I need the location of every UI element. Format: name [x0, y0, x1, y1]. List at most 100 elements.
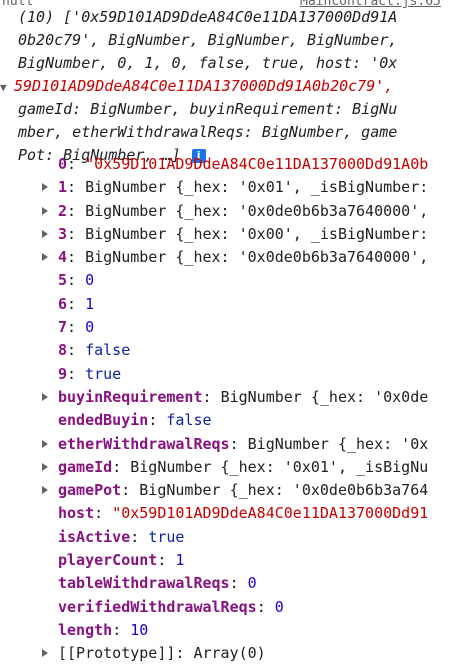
property-key: 0 [58, 155, 68, 173]
property-value: BigNumber {_hex: '0x0de0b6b3a7640000', [85, 201, 429, 220]
property-value: false [85, 341, 131, 360]
colon: : [67, 318, 86, 337]
colon: : [67, 224, 86, 243]
colon: : [67, 294, 86, 313]
property-key: 6 [58, 294, 68, 313]
colon: : [148, 411, 167, 430]
colon: : [112, 620, 131, 639]
collapse-caret-icon[interactable]: ▼ [0, 76, 14, 99]
property-row: 7: 0 [44, 316, 474, 339]
property-value: BigNumber {_hex: '0x0de0b6b3a764 [139, 481, 429, 500]
property-value: "0x59D101AD9DdeA84C0e11DA137000Dd91A0b [85, 155, 429, 173]
property-value: BigNumber {_hex: '0x [247, 434, 429, 453]
property-value: BigNumber {_hex: '0x01', _isBigNumber: [85, 178, 429, 197]
colon: : [175, 644, 194, 663]
property-row[interactable]: 3: BigNumber {_hex: '0x00', _isBigNumber… [42, 223, 474, 246]
colon: : [67, 271, 86, 290]
property-value: 1 [85, 294, 95, 313]
property-key: tableWithdrawalReqs [58, 574, 230, 593]
property-key: playerCount [58, 551, 158, 570]
summary-line-3: BigNumber, 0, 1, 0, false, true, host: '… [18, 54, 398, 72]
colon: : [67, 364, 86, 383]
property-key: endedBuyin [58, 411, 149, 430]
property-key: 7 [58, 318, 68, 337]
property-row: 6: 1 [44, 293, 474, 316]
property-key: 8 [58, 341, 68, 360]
colon: : [157, 551, 176, 570]
summary-line-6: mber, etherWithdrawalReqs: BigNumber, ga… [18, 123, 398, 141]
colon: : [94, 504, 113, 523]
colon: : [67, 155, 86, 173]
colon: : [67, 248, 86, 267]
property-value: BigNumber {_hex: '0x00', _isBigNumber: [85, 224, 429, 243]
property-list: 0: "0x59D101AD9DdeA84C0e11DA137000Dd91A0… [42, 153, 474, 666]
property-key: etherWithdrawalReqs [58, 434, 230, 453]
property-row[interactable]: etherWithdrawalReqs: BigNumber {_hex: '0… [42, 433, 474, 456]
property-value: BigNumber {_hex: '0x01', _isBigNu [130, 457, 429, 476]
property-value: 0 [85, 271, 95, 290]
colon: : [229, 574, 248, 593]
property-row: 5: 0 [44, 269, 474, 292]
expand-triangle-icon[interactable] [42, 392, 48, 401]
colon: : [256, 597, 275, 616]
expand-triangle-icon[interactable] [42, 649, 48, 658]
property-row: host: "0x59D101AD9DdeA84C0e11DA137000Dd9… [44, 502, 474, 525]
property-row: 0: "0x59D101AD9DdeA84C0e11DA137000Dd91A0… [44, 153, 474, 176]
property-key: host [58, 504, 95, 523]
expand-triangle-icon[interactable] [42, 462, 48, 471]
colon: : [67, 201, 86, 220]
colon: : [67, 178, 86, 197]
property-row[interactable]: buyinRequirement: BigNumber {_hex: '0x0d… [42, 386, 474, 409]
property-row: 8: false [44, 339, 474, 362]
property-row[interactable]: gamePot: BigNumber {_hex: '0x0de0b6b3a76… [42, 479, 474, 502]
expand-triangle-icon[interactable] [42, 229, 48, 238]
property-row: 9: true [44, 363, 474, 386]
property-value: false [166, 411, 212, 430]
property-row: playerCount: 1 [44, 549, 474, 572]
expand-triangle-icon[interactable] [42, 206, 48, 215]
array-summary[interactable]: (10) ['0x59D101AD9DdeA84C0e11DA137000Dd9… [0, 6, 458, 167]
summary-line-4: ▼ 59D101AD9DdeA84C0e11DA137000Dd91A0b20c7… [0, 75, 458, 98]
colon: : [202, 387, 221, 406]
property-row[interactable]: [[Prototype]]: Array(0) [42, 642, 474, 665]
colon: : [112, 457, 131, 476]
colon: : [229, 434, 248, 453]
property-value: BigNumber {_hex: '0x0de0b6b3a7640000', [85, 248, 429, 267]
property-value: 1 [175, 551, 185, 570]
property-row: verifiedWithdrawalReqs: 0 [44, 596, 474, 619]
expand-triangle-icon[interactable] [42, 253, 48, 262]
property-value: 0 [85, 318, 95, 337]
property-row[interactable]: 1: BigNumber {_hex: '0x01', _isBigNumber… [42, 176, 474, 199]
property-row[interactable]: gameId: BigNumber {_hex: '0x01', _isBigN… [42, 456, 474, 479]
colon: : [67, 341, 86, 360]
property-value: "0x59D101AD9DdeA84C0e11DA137000Dd91 [112, 504, 429, 523]
property-value: 10 [130, 620, 149, 639]
property-row: isActive: true [44, 526, 474, 549]
property-value: 0 [274, 597, 284, 616]
property-key: buyinRequirement [58, 387, 203, 406]
property-key: 5 [58, 271, 68, 290]
property-key: length [58, 620, 113, 639]
expand-triangle-icon[interactable] [42, 486, 48, 495]
property-row: tableWithdrawalReqs: 0 [44, 572, 474, 595]
property-key: gameId [58, 457, 113, 476]
colon: : [130, 527, 149, 546]
property-row[interactable]: 2: BigNumber {_hex: '0x0de0b6b3a7640000'… [42, 200, 474, 223]
property-key: 9 [58, 364, 68, 383]
property-value: BigNumber {_hex: '0x0de [220, 387, 429, 406]
expand-triangle-icon[interactable] [42, 183, 48, 192]
summary-line-2: 0b20c79', BigNumber, BigNumber, BigNumbe… [18, 31, 398, 49]
property-key: [[Prototype]] [58, 644, 176, 663]
property-value: 0 [247, 574, 257, 593]
property-row: length: 10 [44, 619, 474, 642]
expand-triangle-icon[interactable] [42, 439, 48, 448]
property-value: true [148, 527, 185, 546]
property-value: Array(0) [193, 644, 266, 663]
property-key: gamePot [58, 481, 122, 500]
property-key: isActive [58, 527, 131, 546]
colon: : [121, 481, 140, 500]
property-key: verifiedWithdrawalReqs [58, 597, 257, 616]
summary-line-1: (10) ['0x59D101AD9DdeA84C0e11DA137000Dd9… [18, 8, 398, 26]
property-row[interactable]: 4: BigNumber {_hex: '0x0de0b6b3a7640000'… [42, 246, 474, 269]
property-value: true [85, 364, 122, 383]
